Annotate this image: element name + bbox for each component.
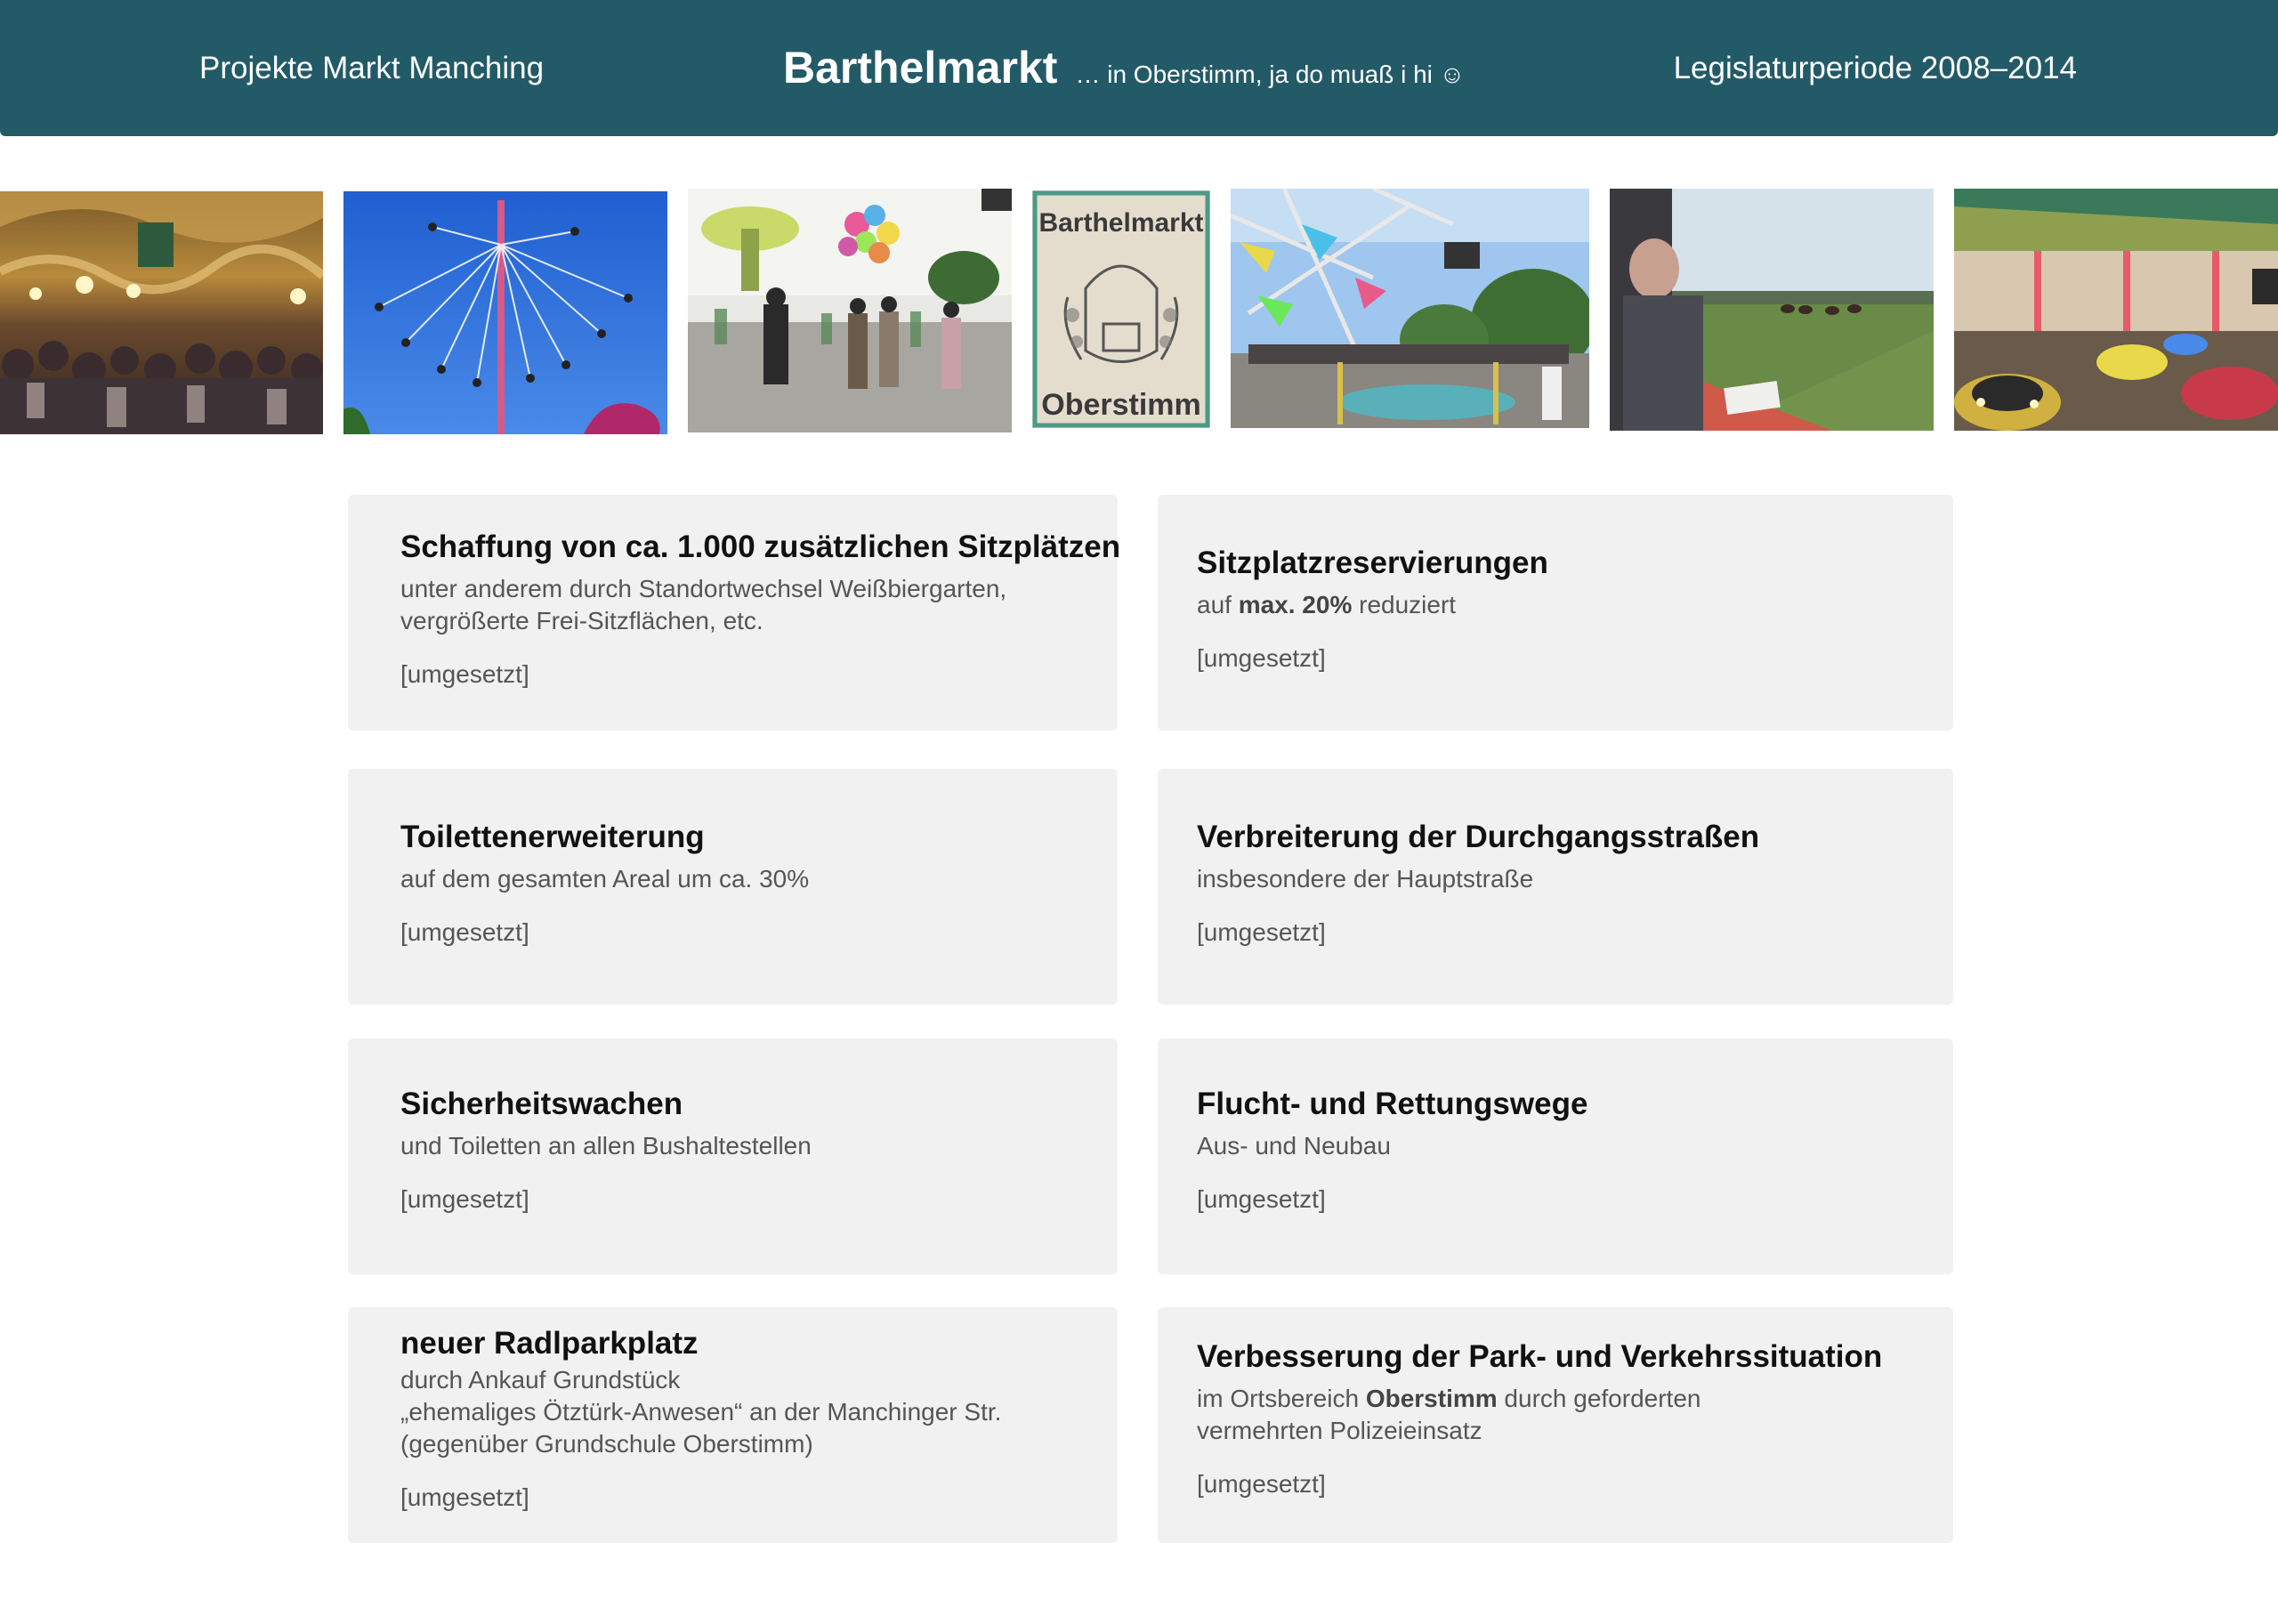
photo-strip: Barthelmarkt Oberstimm [0, 189, 2278, 434]
project-card-streets: Verbreiterung der Durchgangsstraßen insb… [1158, 769, 1953, 1005]
project-description: unter anderem durch Standortwechsel Weiß… [400, 575, 1007, 602]
project-description: auf max. 20% reduziert [1197, 591, 1457, 618]
header-title-group: Barthelmarkt … in Oberstimm, ja do muaß i… [783, 41, 1465, 106]
project-highlight: max. 20% [1238, 591, 1353, 618]
project-card-toilets: Toilettenerweiterung auf dem gesamten Ar… [348, 769, 1118, 1005]
project-title: Sitzplatzreservierungen [1197, 545, 1548, 580]
project-card-security: Sicherheitswachen und Toiletten an allen… [348, 1038, 1118, 1274]
project-description: Aus- und Neubau [1197, 1132, 1391, 1159]
page-tagline: … in Oberstimm, ja do muaß i hi ☺ [1075, 61, 1466, 88]
festival-tent-photo [0, 191, 323, 434]
project-description: durch Ankauf Grundstück [400, 1366, 681, 1394]
sign-top-text: Barthelmarkt [1038, 208, 1203, 238]
project-status: [umgesetzt] [1197, 1470, 1326, 1498]
project-title: Schaffung von ca. 1.000 zusätzlichen Sit… [400, 529, 1121, 564]
project-card-parking-traffic: Verbesserung der Park- und Verkehrssitua… [1158, 1307, 1953, 1543]
project-card-escape-routes: Flucht- und Rettungswege Aus- und Neubau… [1158, 1038, 1953, 1274]
project-description: „ehemaliges Ötztürk-Anwesen“ an der Manc… [400, 1398, 1002, 1426]
project-description: vergrößerte Frei-Sitzflächen, etc. [400, 607, 763, 634]
header-right-text: Legislaturperiode 2008–2014 [1673, 51, 2077, 85]
project-title: Verbesserung der Park- und Verkehrssitua… [1197, 1339, 1883, 1374]
project-description: auf dem gesamten Areal um ca. 30% [400, 865, 810, 893]
project-status: [umgesetzt] [400, 918, 529, 946]
project-card-bike-parking: neuer Radlparkplatz durch Ankauf Grundst… [348, 1307, 1118, 1543]
project-title: Flucht- und Rettungswege [1197, 1087, 1588, 1121]
page-title: Barthelmarkt [783, 43, 1058, 93]
project-title: Sicherheitswachen [400, 1087, 683, 1121]
header-left-text: Projekte Markt Manching [199, 51, 545, 85]
fairground-ride-photo [1231, 189, 1589, 428]
sign-bottom-text: Oberstimm [1041, 388, 1201, 422]
project-title: Toilettenerweiterung [400, 820, 705, 854]
project-description: im Ortsbereich Oberstimm durch gefordert… [1197, 1385, 1701, 1412]
project-status: [umgesetzt] [1197, 644, 1326, 672]
project-description: insbesondere der Hauptstraße [1197, 865, 1534, 893]
bumper-cars-photo [1954, 189, 2278, 431]
project-description: (gegenüber Grundschule Oberstimm) [400, 1430, 813, 1458]
project-status: [umgesetzt] [1197, 918, 1326, 946]
project-description: vermehrten Polizeieinsatz [1197, 1417, 1482, 1444]
page-header: Projekte Markt Manching Barthelmarkt … in… [0, 0, 2278, 136]
swing-carousel-photo [343, 191, 667, 434]
project-status: [umgesetzt] [1197, 1185, 1326, 1213]
project-card-reservations: Sitzplatzreservierungen auf max. 20% red… [1158, 495, 1953, 731]
project-status: [umgesetzt] [400, 660, 529, 688]
barthelmarkt-sign-photo: Barthelmarkt Oberstimm [1032, 190, 1210, 428]
project-status: [umgesetzt] [400, 1185, 529, 1213]
project-status: [umgesetzt] [400, 1483, 529, 1511]
project-card-seating: Schaffung von ca. 1.000 zusätzlichen Sit… [348, 495, 1121, 731]
horse-race-grandstand-photo [1610, 189, 1934, 431]
project-title: Verbreiterung der Durchgangsstraßen [1197, 820, 1760, 854]
project-highlight: Oberstimm [1365, 1385, 1498, 1412]
fairground-crowd-photo [688, 189, 1012, 432]
project-title: neuer Radlparkplatz [400, 1326, 699, 1361]
project-description: und Toiletten an allen Bushaltestellen [400, 1132, 812, 1159]
